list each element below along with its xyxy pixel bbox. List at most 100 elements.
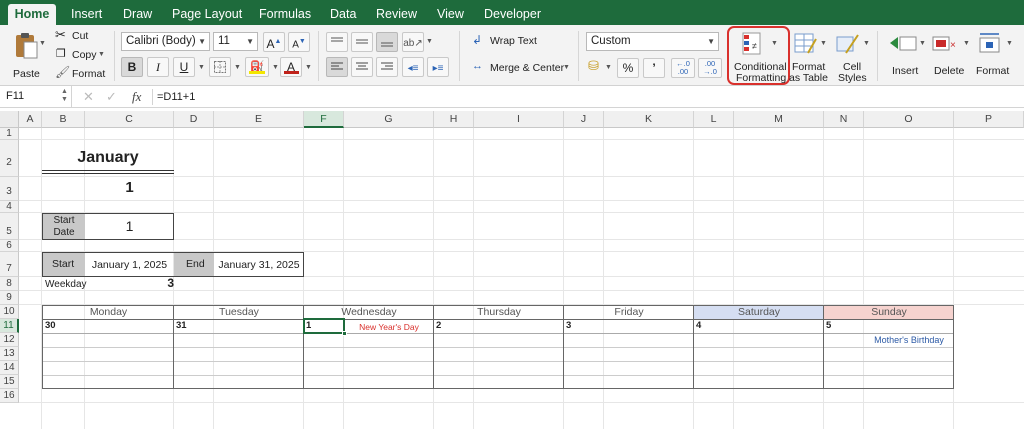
underline-button[interactable]: U <box>173 57 195 77</box>
active-cell-selection[interactable] <box>303 318 345 334</box>
borders-button[interactable] <box>209 57 231 77</box>
font-color-button[interactable]: A <box>280 57 302 77</box>
fx-icon[interactable]: fx <box>132 89 141 105</box>
start-date-label[interactable]: Start Date <box>43 214 85 239</box>
font-color-dropdown-icon[interactable]: ▼ <box>305 64 312 71</box>
comma-style-button[interactable]: ’ <box>643 58 665 78</box>
day-header-friday[interactable]: Friday <box>564 306 694 318</box>
column-header-n[interactable]: N <box>824 111 864 128</box>
start-date-value[interactable]: 1 <box>85 218 174 234</box>
increase-indent-button[interactable]: ▸≡ <box>427 57 449 77</box>
align-right-button[interactable] <box>376 57 398 77</box>
row-header-12[interactable]: 12 <box>0 333 19 347</box>
birthday-event[interactable]: Mother's Birthday <box>864 335 954 345</box>
increase-decimal-button[interactable]: ←.0.00 <box>671 58 695 78</box>
column-header-e[interactable]: E <box>214 111 304 128</box>
row-header-5[interactable]: 5 <box>0 213 19 240</box>
row-header-3[interactable]: 3 <box>0 177 19 201</box>
day-header-wednesday[interactable]: Wednesday <box>304 306 434 318</box>
date-cell-saturday[interactable]: 4 <box>696 320 701 331</box>
cell-styles-button[interactable]: ▼ Cell Styles <box>832 28 872 84</box>
row-header-13[interactable]: 13 <box>0 347 19 361</box>
column-header-m[interactable]: M <box>734 111 824 128</box>
date-cell-sunday[interactable]: 5 <box>826 320 831 331</box>
row-header-14[interactable]: 14 <box>0 361 19 375</box>
copy-dropdown-icon[interactable]: ▼ <box>98 51 105 58</box>
format-cells-button[interactable]: ▼ Format <box>972 28 1014 84</box>
select-all-corner[interactable] <box>0 111 19 128</box>
start-label[interactable]: Start <box>43 253 85 276</box>
column-header-i[interactable]: I <box>474 111 564 128</box>
row-header-2[interactable]: 2 <box>0 140 19 177</box>
merge-center-dropdown-icon[interactable]: ▼ <box>563 64 570 71</box>
column-header-h[interactable]: H <box>434 111 474 128</box>
month-title[interactable]: January <box>42 149 174 167</box>
date-cell-friday[interactable]: 3 <box>566 320 571 331</box>
italic-button[interactable]: I <box>147 57 169 77</box>
holiday-event[interactable]: New Year's Day <box>344 322 434 332</box>
worksheet-grid[interactable]: A B C D E F G H I J K L M N O P 1 2 3 4 … <box>0 109 1024 429</box>
accounting-format-button[interactable]: ⛁ ▼ <box>586 58 612 78</box>
check-icon[interactable]: ✓ <box>106 89 117 105</box>
copy-button[interactable]: ❐ Copy ▼ <box>55 47 115 63</box>
percent-style-button[interactable]: % <box>617 58 639 78</box>
row-header-16[interactable]: 16 <box>0 389 19 403</box>
start-value[interactable]: January 1, 2025 <box>85 259 174 271</box>
column-header-g[interactable]: G <box>344 111 434 128</box>
cut-button[interactable]: ✂ Cut <box>55 27 115 44</box>
column-header-b[interactable]: B <box>42 111 85 128</box>
borders-dropdown-icon[interactable]: ▼ <box>234 64 241 71</box>
tab-data[interactable]: Data <box>330 0 356 25</box>
conditional-formatting-button[interactable]: ≠ ▼ Conditional Formatting <box>727 26 790 85</box>
weekday-label[interactable]: Weekday <box>45 279 87 290</box>
delete-cells-button[interactable]: × ▼ Delete <box>928 28 970 84</box>
month-number[interactable]: 1 <box>85 179 174 196</box>
column-header-j[interactable]: J <box>564 111 604 128</box>
tab-formulas[interactable]: Formulas <box>259 0 311 25</box>
tab-page-layout[interactable]: Page Layout <box>172 0 242 25</box>
column-header-f[interactable]: F <box>304 111 344 128</box>
increase-font-button[interactable]: A▲ <box>263 32 285 52</box>
tab-review[interactable]: Review <box>376 0 417 25</box>
name-box-stepper-icon[interactable]: ▲ ▼ <box>61 88 68 104</box>
row-header-6[interactable]: 6 <box>0 240 19 252</box>
row-header-8[interactable]: 8 <box>0 277 19 291</box>
date-cell-thursday[interactable]: 2 <box>436 320 441 331</box>
weekday-value[interactable]: 3 <box>150 276 174 290</box>
tab-developer[interactable]: Developer <box>484 0 541 25</box>
column-header-c[interactable]: C <box>85 111 174 128</box>
tab-draw[interactable]: Draw <box>123 0 152 25</box>
format-painter-button[interactable]: 🖌 Format <box>55 65 115 82</box>
column-header-p[interactable]: P <box>954 111 1024 128</box>
decrease-indent-button[interactable]: ◂≡ <box>402 57 424 77</box>
row-header-11[interactable]: 11 <box>0 319 19 333</box>
decrease-decimal-button[interactable]: .00 →.0 <box>698 58 722 78</box>
tab-view[interactable]: View <box>437 0 464 25</box>
day-header-thursday[interactable]: Thursday <box>434 306 564 318</box>
column-header-l[interactable]: L <box>694 111 734 128</box>
formula-input[interactable]: =D11+1 <box>157 91 195 103</box>
cancel-icon[interactable]: ✕ <box>83 89 94 105</box>
day-header-saturday[interactable]: Saturday <box>694 306 824 318</box>
orientation-button[interactable]: ab↗ <box>402 32 424 52</box>
merge-center-button[interactable]: ↔ Merge & Center ▼ <box>472 60 582 76</box>
underline-dropdown-icon[interactable]: ▼ <box>198 64 205 71</box>
row-header-1[interactable]: 1 <box>0 128 19 140</box>
date-cell-monday[interactable]: 30 <box>45 320 56 331</box>
end-label[interactable]: End <box>174 253 214 276</box>
date-cell-tuesday[interactable]: 31 <box>176 320 187 331</box>
font-size-dropdown[interactable]: 11 ▼ <box>213 32 258 51</box>
column-header-k[interactable]: K <box>604 111 694 128</box>
font-name-dropdown[interactable]: Calibri (Body) ▼ <box>121 32 210 51</box>
column-header-o[interactable]: O <box>864 111 954 128</box>
paste-button[interactable]: Paste <box>8 31 44 83</box>
paste-dropdown-icon[interactable]: ▼ <box>39 40 46 47</box>
align-center-button[interactable] <box>351 57 373 77</box>
accounting-dropdown-icon[interactable]: ▼ <box>605 64 612 71</box>
align-bottom-button[interactable] <box>376 32 398 52</box>
column-header-a[interactable]: A <box>19 111 42 128</box>
format-as-table-button[interactable]: ▼ Format as Table <box>789 28 829 84</box>
column-header-d[interactable]: D <box>174 111 214 128</box>
fill-color-button[interactable]: ⛽ <box>245 57 269 77</box>
number-format-dropdown[interactable]: Custom ▼ <box>586 32 719 51</box>
